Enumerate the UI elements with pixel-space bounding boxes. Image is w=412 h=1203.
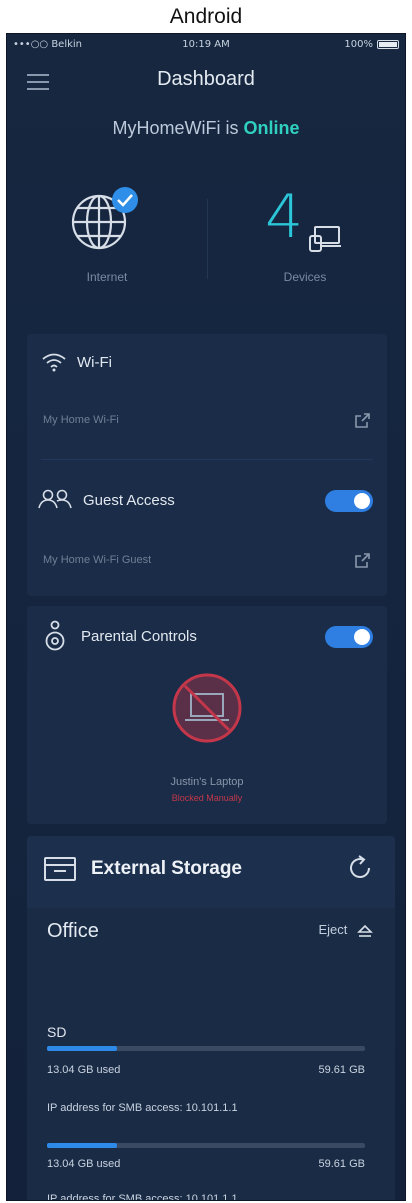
parental-controls-icon bbox=[45, 620, 65, 651]
page-title: Dashboard bbox=[157, 68, 255, 90]
devices-icon bbox=[309, 226, 341, 252]
phone-screen: •••○○ Belkin 10:19 AM 100% Dashboard MyH… bbox=[6, 33, 406, 1201]
storage-drive-icon bbox=[44, 857, 76, 881]
external-storage-card: External Storage Office Eject SD 13.04 G… bbox=[27, 836, 395, 1201]
storage-used: 13.04 GB used bbox=[47, 1064, 121, 1076]
drive-name: Office bbox=[47, 920, 99, 942]
storage-usage-bar bbox=[47, 1143, 365, 1148]
storage-total: 59.61 GB bbox=[318, 1158, 365, 1170]
blocked-device-icon[interactable] bbox=[169, 670, 245, 746]
internet-tile[interactable]: Internet bbox=[47, 174, 167, 304]
external-storage-title: External Storage bbox=[91, 858, 242, 879]
parental-controls-title[interactable]: Parental Controls bbox=[81, 628, 197, 645]
blocked-status-text: Blocked Manually bbox=[171, 793, 243, 803]
devices-tile[interactable]: 4 Devices bbox=[245, 174, 365, 304]
devices-label: Devices bbox=[283, 270, 327, 284]
platform-caption: Android bbox=[169, 5, 243, 28]
eject-button[interactable]: Eject bbox=[318, 922, 373, 938]
smb-ip-address: IP address for SMB access: 10.101.1.1 bbox=[47, 1102, 238, 1114]
parental-controls-toggle[interactable] bbox=[325, 626, 373, 648]
battery-icon bbox=[377, 40, 399, 49]
blocked-device-name: Justin's Laptop bbox=[170, 776, 244, 788]
storage-usage-bar bbox=[47, 1046, 365, 1051]
wifi-title[interactable]: Wi-Fi bbox=[77, 354, 112, 371]
card-divider bbox=[41, 459, 373, 460]
network-name: MyHomeWiFi bbox=[112, 118, 221, 138]
storage-total: 59.61 GB bbox=[318, 1064, 365, 1076]
globe-icon bbox=[71, 187, 138, 250]
network-status-connector: is bbox=[225, 118, 239, 138]
network-status: MyHomeWiFi is Online bbox=[7, 118, 405, 139]
external-link-icon[interactable] bbox=[353, 412, 371, 430]
storage-used: 13.04 GB used bbox=[47, 1158, 121, 1170]
eject-icon bbox=[357, 924, 373, 937]
storage-usage-fill bbox=[47, 1046, 117, 1051]
status-bar: •••○○ Belkin 10:19 AM 100% bbox=[7, 34, 405, 54]
storage-drive-panel: Office Eject SD 13.04 GB used 59.61 GB I… bbox=[27, 908, 395, 1201]
wifi-network-name[interactable]: My Home Wi-Fi bbox=[43, 414, 119, 426]
storage-usage-fill bbox=[47, 1143, 117, 1148]
guest-network-name[interactable]: My Home Wi-Fi Guest bbox=[43, 554, 151, 566]
refresh-icon[interactable] bbox=[347, 854, 375, 882]
internet-label: Internet bbox=[86, 270, 128, 284]
parental-controls-card: Parental Controls Justin's Laptop Blocke… bbox=[27, 606, 387, 824]
battery-percent: 100% bbox=[344, 39, 373, 50]
eject-label: Eject bbox=[318, 922, 348, 937]
smb-ip-address: IP address for SMB access: 10.101.1.1 bbox=[47, 1193, 238, 1201]
tile-divider bbox=[207, 199, 208, 279]
wifi-card: Wi-Fi My Home Wi-Fi Guest Access My Home… bbox=[27, 334, 387, 596]
wifi-icon bbox=[42, 353, 66, 372]
device-count: 4 bbox=[265, 182, 304, 252]
check-badge-icon bbox=[112, 187, 138, 213]
guest-access-toggle[interactable] bbox=[325, 490, 373, 512]
guest-access-title[interactable]: Guest Access bbox=[83, 492, 175, 509]
guest-users-icon bbox=[38, 489, 72, 509]
external-link-icon[interactable] bbox=[353, 552, 371, 570]
volume-label: SD bbox=[47, 1024, 67, 1040]
online-badge: Online bbox=[243, 118, 300, 138]
